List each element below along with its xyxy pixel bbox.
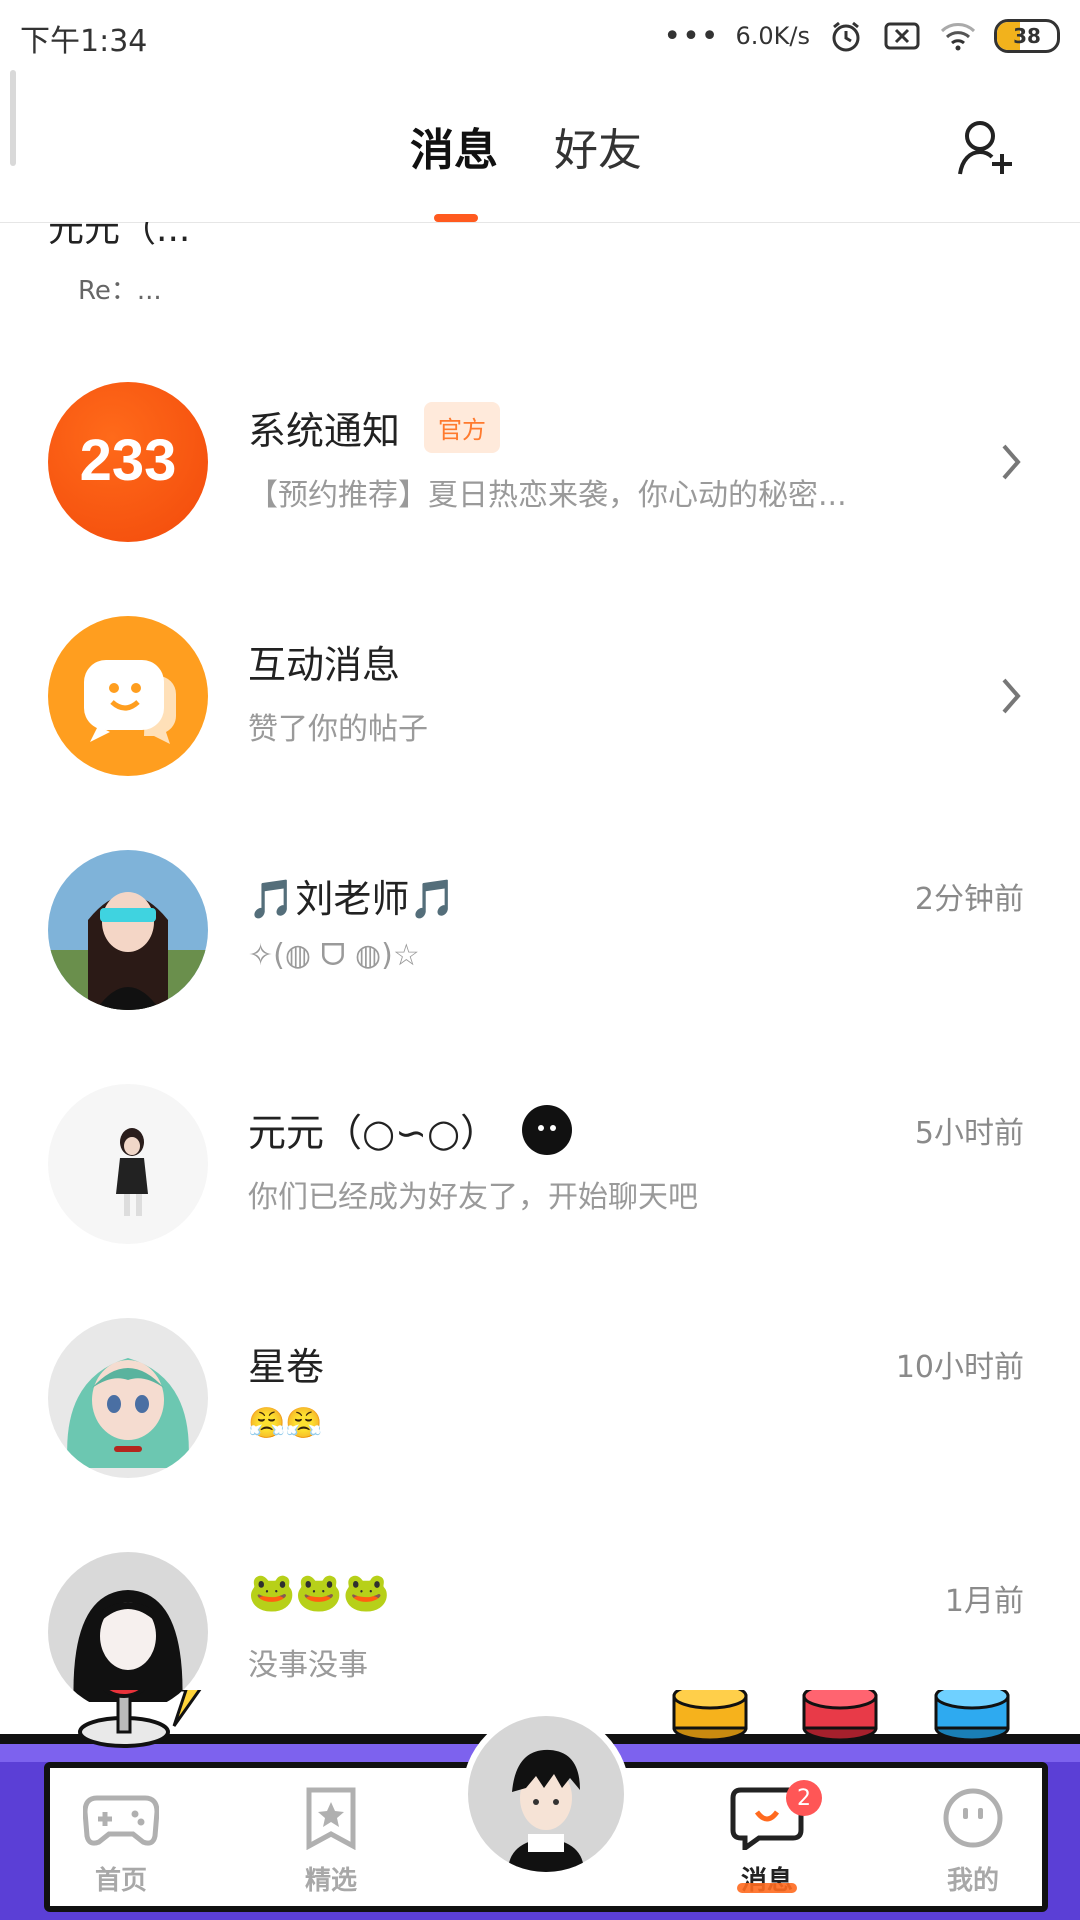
conversation-message: ✧(◍ ᗜ ◍)☆ <box>248 938 420 973</box>
nav-profile[interactable]: 我的 <box>918 1786 1028 1897</box>
conversation-message: 没事没事 <box>248 1648 368 1683</box>
edge-handle <box>10 70 16 166</box>
list-item-partial[interactable]: 元元（... Re：... <box>48 222 190 307</box>
status-bar: 下午1:34 ••• 6.0K/s 38 <box>0 0 1080 70</box>
conversation-name: 🐸🐸🐸 <box>248 1570 390 1614</box>
chat-bubble-icon <box>48 616 208 776</box>
battery-level: 38 <box>1013 24 1041 48</box>
gamepad-icon <box>82 1795 160 1846</box>
nav-home[interactable]: 首页 <box>66 1786 176 1897</box>
user-avatar <box>48 1084 208 1244</box>
list-item-conversation[interactable]: 🎵刘老师🎵 ✧(◍ ᗜ ◍)☆ 2分钟前 <box>0 850 1080 1040</box>
conversation-name: 互动消息 <box>248 643 401 687</box>
user-avatar <box>508 1749 584 1872</box>
user-avatar <box>48 1318 208 1478</box>
list-item-conversation[interactable]: 元元（○∽○） 你们已经成为好友了，开始聊天吧 5小时前 <box>0 1084 1080 1274</box>
nav-featured-label: 精选 <box>304 1866 357 1896</box>
list-item-system-notice[interactable]: 233 系统通知 官方 【预约推荐】夏日热恋来袭，你心动的秘密... <box>0 382 1080 572</box>
conversation-message: 😤😤 <box>248 1406 323 1441</box>
status-time: 下午1:34 <box>20 24 148 59</box>
conversation-name: 星卷 <box>248 1345 325 1389</box>
nav-featured[interactable]: 精选 <box>276 1786 386 1897</box>
official-badge: 官方 <box>424 402 501 453</box>
conversation-message: 赞了你的帖子 <box>248 712 428 747</box>
unread-badge: 2 <box>786 1780 822 1816</box>
center-avatar-button[interactable] <box>462 1710 630 1878</box>
tab-messages[interactable]: 消息 <box>410 114 498 222</box>
tab-active-indicator <box>434 214 478 222</box>
nav-messages[interactable]: 2 消息 <box>712 1780 822 1896</box>
conversation-name: 元元（... <box>48 222 191 250</box>
conversation-time: 5小时前 <box>914 1116 1024 1151</box>
signal-dots-icon: ••• <box>663 18 720 54</box>
top-tabs: 消息 好友 <box>410 114 642 222</box>
list-item-interaction[interactable]: 互动消息 赞了你的帖子 <box>0 616 1080 806</box>
233-logo: 233 <box>48 382 208 542</box>
status-icons: ••• 6.0K/s 38 <box>663 14 1060 58</box>
user-avatar <box>48 1552 208 1702</box>
chevron-right-icon <box>1002 678 1021 714</box>
conversation-name: 元元（○∽○） <box>248 1111 499 1155</box>
nav-home-label: 首页 <box>94 1866 147 1896</box>
tab-friends-label: 好友 <box>554 125 642 176</box>
conversation-time: 10小时前 <box>895 1350 1024 1385</box>
smile-emoji-icon <box>522 1104 573 1155</box>
sim-off-icon <box>882 19 922 53</box>
add-user-icon[interactable] <box>954 116 1018 180</box>
tab-friends[interactable]: 好友 <box>554 114 642 184</box>
conversation-message: 你们已经成为好友了，开始聊天吧 <box>248 1180 698 1215</box>
conversation-time: 1月前 <box>944 1584 1024 1619</box>
233-logo-text: 233 <box>80 428 177 493</box>
user-avatar <box>48 850 208 1010</box>
alarm-icon <box>826 19 866 53</box>
smile-face-icon <box>943 1788 1003 1848</box>
nav-active-indicator <box>737 1883 797 1893</box>
list-item-conversation[interactable]: 🐸🐸🐸 没事没事 1月前 <box>0 1552 1080 1702</box>
battery-icon: 38 <box>994 19 1060 53</box>
list-item-conversation[interactable]: 星卷 😤😤 10小时前 <box>0 1318 1080 1508</box>
conversation-name: 系统通知 <box>248 409 401 453</box>
wifi-icon <box>938 19 978 53</box>
header: 消息 好友 <box>0 70 1080 223</box>
conversation-time: 2分钟前 <box>914 882 1024 917</box>
bottom-navigation: 首页 精选 2 消息 我的 <box>0 1690 1080 1920</box>
conversation-message: 【预约推荐】夏日热恋来袭，你心动的秘密... <box>248 478 847 513</box>
star-bookmark-icon <box>306 1787 356 1851</box>
conversation-name: 🎵刘老师🎵 <box>248 877 457 921</box>
tab-messages-label: 消息 <box>410 125 498 176</box>
chevron-right-icon <box>1002 444 1021 480</box>
conversation-list: 元元（... Re：... 233 系统通知 官方 【预约推荐】夏日热恋来袭，你… <box>0 222 1080 1702</box>
nav-profile-label: 我的 <box>946 1866 999 1896</box>
conversation-message: Re：... <box>78 276 162 306</box>
network-speed: 6.0K/s <box>735 22 811 50</box>
